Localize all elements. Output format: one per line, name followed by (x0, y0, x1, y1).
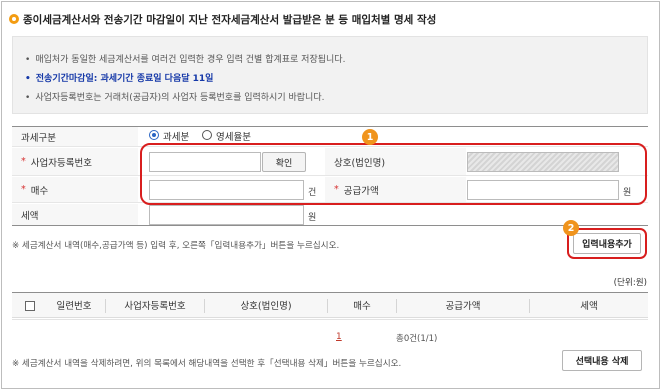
info-text-3: 사업자등록번호는 거래처(공급자)의 사업자 등록번호를 입력하시기 바랍니다. (35, 93, 325, 103)
radio-taxable[interactable] (149, 130, 159, 140)
supply-input[interactable] (467, 180, 619, 200)
company-label: 상호(법인명) (325, 148, 466, 175)
info-box: • 매입처가 동일한 세금계산서를 여러건 입력한 경우 입력 건별 합계표로 저… (12, 36, 648, 114)
tax-amount-input[interactable] (149, 205, 304, 225)
delete-notice: ※ 세금계산서 내역을 삭제하려면, 위의 목록에서 해당내역을 선택한 후「선… (12, 359, 402, 369)
page-link-1[interactable]: 1 (336, 332, 342, 342)
required-mark: * (334, 184, 339, 195)
supply-unit: 원 (623, 188, 632, 198)
bizno-input[interactable] (149, 152, 261, 172)
col-tax: 세액 (580, 301, 598, 312)
info-text-2: 전송기간마감일: 과세기간 종료일 다음달 11일 (35, 74, 214, 84)
bullet: • (25, 74, 31, 84)
col-company: 상호(법인명) (240, 301, 292, 312)
annotation-badge-1: 1 (362, 129, 378, 145)
radio-taxable-label: 과세분 (163, 132, 190, 143)
tax-type-label: 과세구분 (12, 127, 138, 146)
count-input[interactable] (149, 180, 304, 200)
bullet: • (25, 93, 31, 103)
col-bizno: 사업자등록번호 (124, 301, 186, 312)
supply-label: * 공급가액 (325, 177, 466, 202)
info-text-1: 매입처가 동일한 세금계산서를 여러건 입력한 경우 입력 건별 합계표로 저장… (35, 55, 346, 65)
info-line-3: • 사업자등록번호는 거래처(공급자)의 사업자 등록번호를 입력하시기 바랍니다… (25, 90, 324, 103)
radio-zero-rate[interactable] (202, 130, 212, 140)
required-mark: * (21, 184, 26, 195)
circle-bullet-icon (9, 14, 19, 24)
tax-label: 세액 (12, 204, 138, 225)
info-line-2: • 전송기간마감일: 과세기간 종료일 다음달 11일 (25, 71, 213, 84)
bizno-row: * 사업자등록번호 확인 상호(법인명) (12, 148, 648, 176)
confirm-button[interactable]: 확인 (262, 152, 306, 172)
add-entry-button[interactable]: 입력내용추가 (573, 233, 641, 254)
entries-table-header: 일련번호 사업자등록번호 상호(법인명) 매수 공급가액 세액 (12, 292, 648, 318)
required-mark: * (21, 156, 26, 167)
col-supply: 공급가액 (445, 301, 481, 312)
tax-row: 세액 원 (12, 204, 648, 226)
bizno-label: * 사업자등록번호 (12, 148, 138, 175)
count-row: * 매수 건 * 공급가액 원 (12, 177, 648, 203)
count-label: * 매수 (12, 177, 138, 202)
section-title-text: 종이세금계산서와 전송기간 마감일이 지난 전자세금계산서 발급받은 분 등 매… (23, 13, 437, 26)
tax-unit: 원 (308, 213, 317, 223)
col-count: 매수 (353, 301, 371, 312)
unit-note: (단위:원) (613, 278, 647, 288)
info-line-1: • 매입처가 동일한 세금계산서를 여러건 입력한 경우 입력 건별 합계표로 저… (25, 52, 345, 65)
total-count: 총0건(1/1) (396, 334, 438, 344)
delete-selected-button[interactable]: 선택내용 삭제 (562, 350, 642, 371)
select-all-checkbox[interactable] (25, 301, 35, 311)
radio-zero-rate-label: 영세율분 (216, 132, 251, 143)
bullet: • (25, 55, 31, 65)
add-notice: ※ 세금계산서 내역(매수,공급가액 등) 입력 후, 오른쪽「입력내용추가」버… (12, 241, 340, 251)
company-field-disabled (467, 152, 619, 172)
tax-type-row: 과세구분 과세분 영세율분 (12, 127, 648, 147)
annotation-badge-2: 2 (563, 220, 579, 236)
table-body-empty (12, 319, 648, 320)
col-serial: 일련번호 (56, 301, 92, 312)
section-title: 종이세금계산서와 전송기간 마감일이 지난 전자세금계산서 발급받은 분 등 매… (9, 12, 436, 26)
count-unit: 건 (308, 188, 317, 198)
